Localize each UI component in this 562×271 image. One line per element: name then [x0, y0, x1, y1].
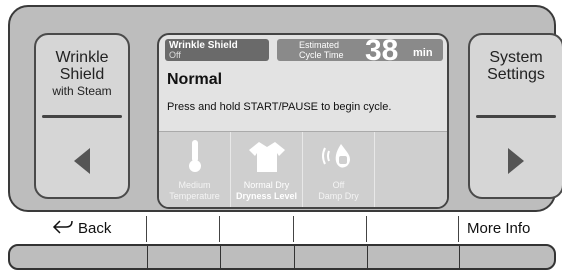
shirt-icon — [231, 138, 302, 182]
soft-key-5[interactable] — [367, 246, 460, 268]
system-settings-label-line2: Settings — [487, 66, 545, 83]
back-key-label[interactable]: Back — [8, 216, 147, 242]
soft-key-3[interactable] — [220, 246, 295, 268]
thermometer-icon — [159, 138, 230, 182]
soft-key-4-label — [294, 216, 367, 242]
dryness-level-option[interactable]: Normal Dry Dryness Level — [231, 132, 303, 207]
right-triangle-icon[interactable] — [470, 143, 562, 185]
soft-key-bar — [8, 244, 556, 270]
estimated-cycle-time: Estimated Cycle Time 38 min — [277, 35, 443, 67]
damp-dry-option[interactable]: Off Damp Dry — [303, 132, 375, 207]
system-settings-label: System Settings — [470, 49, 562, 83]
more-info-label: More Info — [467, 220, 531, 237]
wrinkle-shield-status[interactable]: Wrinkle Shield Off — [165, 39, 269, 61]
divider — [42, 115, 122, 118]
wrinkle-shield-label-line2: Shield — [59, 66, 105, 83]
soft-key-2-label — [147, 216, 220, 242]
display-screen: Wrinkle Shield Off Estimated Cycle Time … — [157, 33, 449, 209]
cycle-time-minutes: 38 — [365, 34, 399, 67]
system-settings-label-line1: System — [489, 49, 543, 66]
wrinkle-shield-label-line3: with Steam — [52, 84, 112, 98]
left-triangle-icon[interactable] — [36, 143, 128, 185]
dryness-level-value: Normal Dry — [243, 180, 290, 190]
back-label: Back — [78, 220, 112, 237]
estimated-label: Estimated — [299, 40, 340, 50]
damp-dry-label: Damp Dry — [318, 191, 359, 201]
cycle-time-unit: min — [413, 47, 433, 59]
wrinkle-shield-label: Wrinkle Shield with Steam — [36, 49, 128, 100]
cycle-options-row: Medium Temperature Normal Dry Dryness Le… — [159, 131, 447, 207]
temperature-option[interactable]: Medium Temperature — [159, 132, 231, 207]
more-info-key-label[interactable]: More Info — [459, 216, 556, 242]
damp-dry-icon — [303, 138, 374, 182]
more-info-soft-key[interactable] — [459, 246, 554, 268]
wrinkle-shield-button[interactable]: Wrinkle Shield with Steam — [34, 33, 130, 199]
wrinkle-shield-label-line1: Wrinkle — [55, 49, 109, 66]
soft-key-2[interactable] — [147, 246, 221, 268]
divider — [476, 115, 556, 118]
soft-key-labels: Back More Info — [0, 216, 562, 242]
system-settings-button[interactable]: System Settings — [468, 33, 562, 199]
wrinkle-shield-value: Off — [169, 50, 181, 60]
back-soft-key[interactable] — [10, 246, 148, 268]
damp-dry-value: Off — [332, 180, 345, 190]
screen-top-bar: Wrinkle Shield Off Estimated Cycle Time … — [165, 35, 443, 67]
cycle-time-label: Cycle Time — [299, 50, 344, 60]
instruction-text: Press and hold START/PAUSE to begin cycl… — [167, 101, 392, 113]
soft-key-3-label — [220, 216, 294, 242]
control-panel-bezel: Wrinkle Shield with Steam System Setting… — [8, 5, 562, 212]
temperature-label: Temperature — [169, 191, 220, 201]
cycle-name: Normal — [167, 71, 223, 88]
back-arrow-icon — [52, 219, 74, 239]
soft-key-5-label — [367, 216, 459, 242]
soft-key-4[interactable] — [294, 246, 368, 268]
temperature-value: Medium — [178, 180, 211, 190]
dryness-level-label: Dryness Level — [235, 191, 298, 201]
